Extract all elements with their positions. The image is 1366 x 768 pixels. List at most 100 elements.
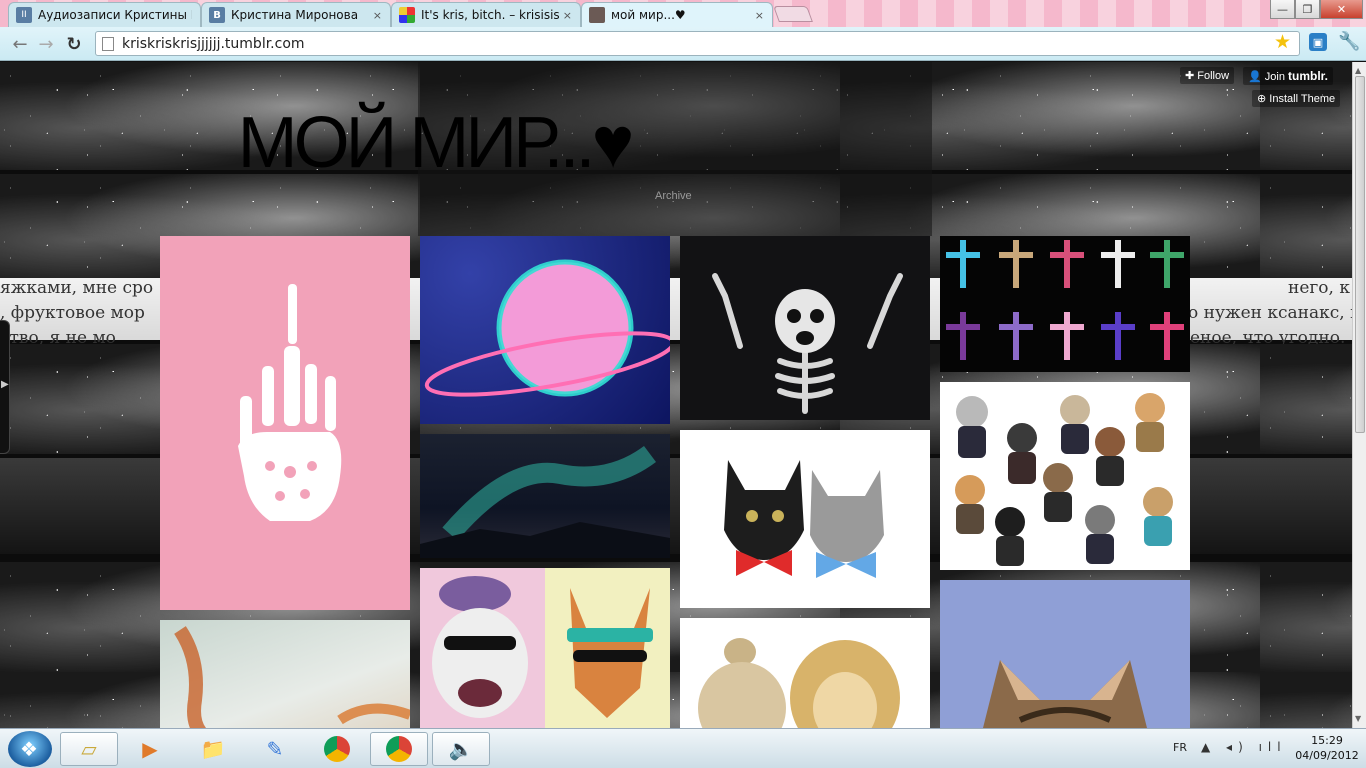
follow-button[interactable]: ✚ Follow (1180, 67, 1235, 84)
windows-explorer-icon: ▱ (81, 737, 97, 761)
chrome-icon (386, 736, 412, 762)
skeleton-hand-image (238, 284, 342, 521)
background-text: о нужен ксанакс, в (1188, 303, 1352, 323)
back-button[interactable]: ← (7, 31, 33, 57)
wrench-menu-icon[interactable]: 🔧 (1338, 31, 1360, 52)
bowtie-cats-image (724, 460, 884, 578)
tab-krisisisisis[interactable]: It's kris, bitch. – krisisisisis × (391, 2, 581, 27)
bear-image (432, 576, 528, 718)
reload-button[interactable]: ↻ (61, 31, 87, 57)
maximize-button[interactable]: ❐ (1295, 0, 1320, 19)
arrow-right-icon: → (38, 33, 54, 55)
skeleton-image (712, 273, 903, 414)
tab-moi-mir[interactable]: мой мир...♥ × (581, 2, 773, 27)
tab-label: мой мир...♥ (611, 8, 686, 22)
bookmark-star-icon[interactable]: ★ (1274, 31, 1291, 53)
orange-splash-post[interactable] (160, 620, 410, 728)
taskbar-chrome-pinned-button[interactable] (308, 732, 366, 766)
close-window-button[interactable]: ✕ (1320, 0, 1363, 19)
media-player-icon: ▶ (142, 737, 158, 761)
vk-audio-favicon-icon: II (16, 7, 32, 23)
speaker-icon: 🔈 (448, 737, 474, 761)
suit-cats-image (955, 393, 1173, 566)
tab-strip: II Аудиозаписи Кристины М B Кристина Мир… (0, 0, 1366, 27)
extension-icon[interactable]: ▣ (1309, 33, 1327, 51)
arrow-right-icon: ▶ (1, 379, 9, 390)
taskbar: ▱ ▶ 📁 ✎ 🔈 FR ▲ ◂) ıll 15:29 04/09/2012 (0, 728, 1366, 768)
colorful-favicon-icon (399, 7, 415, 23)
join-label: Join (1264, 71, 1285, 83)
chrome-icon (324, 736, 350, 762)
close-icon[interactable]: × (755, 9, 764, 22)
cat-image (983, 660, 1147, 728)
aurora-image (420, 445, 670, 558)
close-icon[interactable]: × (373, 9, 382, 22)
tab-profile[interactable]: B Кристина Миронова × (201, 2, 391, 27)
taskbar-folder-button[interactable]: 📁 (184, 732, 242, 766)
girl-lion-post[interactable] (680, 618, 930, 728)
reload-icon: ↻ (66, 33, 82, 55)
tab-label: Кристина Миронова (231, 8, 359, 22)
skeleton-hand-post[interactable] (160, 236, 410, 610)
clock-time[interactable]: 15:29 (1293, 734, 1361, 747)
clock-date[interactable]: 04/09/2012 (1293, 749, 1361, 762)
taskbar-chrome-button[interactable] (370, 732, 428, 766)
taskbar-media-button[interactable]: ▶ (121, 732, 179, 766)
bear-panel (420, 568, 545, 728)
taskbar-sound-button[interactable]: 🔈 (432, 732, 490, 766)
scroll-down-icon[interactable]: ▼ (1355, 714, 1361, 723)
folder-icon: 📁 (200, 737, 226, 761)
forward-button[interactable]: → (33, 31, 59, 57)
background-text: него, к (1288, 278, 1350, 298)
taskbar-explorer-button[interactable]: ▱ (60, 732, 118, 766)
tab-audio[interactable]: II Аудиозаписи Кристины М (8, 2, 201, 27)
page-viewport: яжками, мне сро , фруктовое мор ство, я … (0, 62, 1352, 728)
fox-image (567, 588, 653, 718)
cat-post[interactable] (940, 580, 1190, 728)
planet-post[interactable] (420, 236, 670, 424)
minimize-button[interactable]: — (1270, 0, 1295, 19)
vk-favicon-icon: B (209, 7, 225, 23)
aurora-post[interactable] (420, 434, 670, 558)
crosses-post[interactable] (940, 236, 1190, 372)
tab-label: Аудиозаписи Кристины М (38, 8, 192, 22)
install-label: Install Theme (1269, 93, 1336, 105)
tumblr-logo: tumblr. (1288, 69, 1329, 83)
join-tumblr-button[interactable]: 👤 Join tumblr. (1243, 67, 1334, 85)
fox-panel (545, 568, 670, 728)
girl-lion-image (698, 638, 900, 728)
page-scrollbar[interactable]: ▲ ▼ (1352, 62, 1366, 728)
avatar-favicon-icon (589, 7, 605, 23)
side-panel-toggle[interactable]: ▶ (0, 320, 10, 454)
taskbar-paint-button[interactable]: ✎ (246, 732, 304, 766)
install-theme-button[interactable]: ⊕ Install Theme (1252, 90, 1341, 107)
bear-fox-post[interactable] (420, 568, 670, 728)
crosses-image (946, 240, 1184, 360)
scroll-up-icon[interactable]: ▲ (1355, 66, 1361, 75)
address-bar[interactable]: kriskriskrisjjjjjj.tumblr.com (95, 31, 1300, 56)
orange-splash-image (174, 626, 410, 728)
bowtie-cats-post[interactable] (680, 430, 930, 608)
start-button[interactable] (8, 731, 52, 767)
tab-label: It's kris, bitch. – krisisisisis (421, 8, 559, 22)
skeleton-post[interactable] (680, 236, 930, 420)
system-tray-icons[interactable]: ▲ ◂) ıll (1201, 740, 1287, 754)
follow-label: Follow (1197, 70, 1230, 82)
url-text: kriskriskrisjjjjjj.tumblr.com (122, 35, 305, 52)
paint-icon: ✎ (266, 737, 284, 761)
background-text: яжками, мне сро (0, 278, 154, 298)
page-title: МОЙ МИР...♥ (237, 103, 635, 183)
browser-toolbar: ← → ↻ kriskriskrisjjjjjj.tumblr.com (0, 27, 1366, 61)
user-icon: 👤 (1248, 71, 1265, 83)
suit-cats-post[interactable] (940, 382, 1190, 570)
page-icon (102, 37, 114, 51)
plus-icon: ✚ (1185, 70, 1198, 82)
archive-link[interactable]: Archive (655, 190, 692, 202)
new-tab-button[interactable] (773, 6, 813, 22)
download-icon: ⊕ (1257, 93, 1270, 105)
arrow-left-icon: ← (12, 33, 28, 55)
scrollbar-thumb[interactable] (1355, 76, 1365, 433)
language-indicator[interactable]: FR (1173, 741, 1187, 754)
background-text: , фруктовое мор (0, 303, 145, 323)
close-icon[interactable]: × (563, 9, 572, 22)
